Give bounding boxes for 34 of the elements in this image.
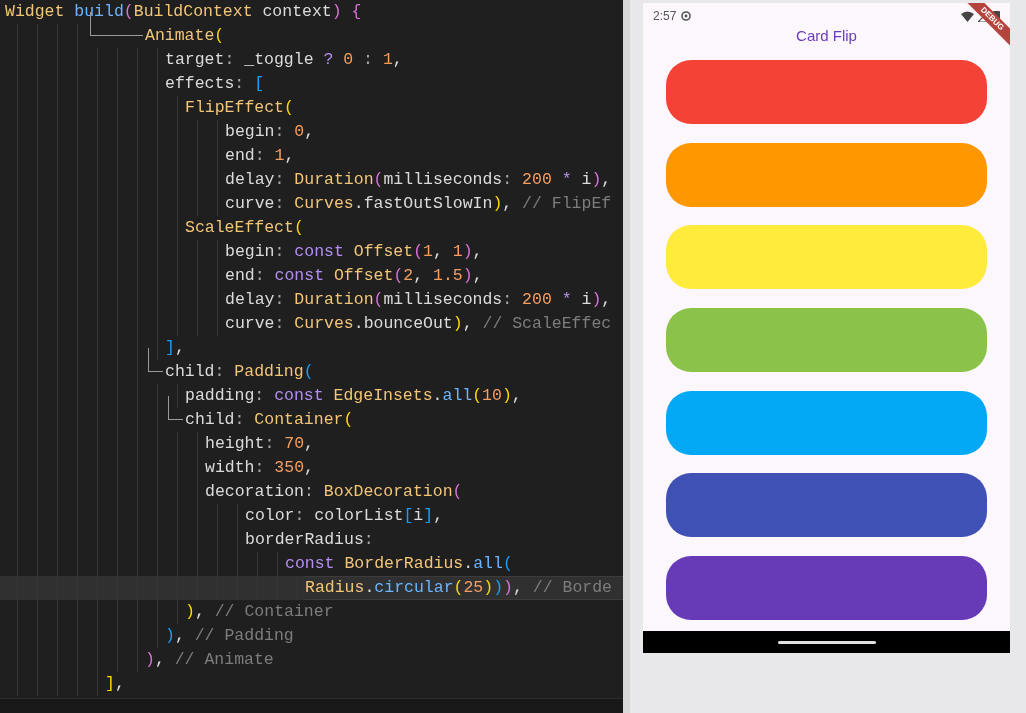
code-line: ), // Animate [145, 649, 275, 671]
code-line: borderRadius: [245, 529, 375, 551]
code-line: color: colorList[i], [245, 505, 445, 527]
status-time: 2:57 [653, 8, 677, 25]
code-line: ], [165, 337, 186, 359]
code-line: FlipEffect( [185, 97, 295, 119]
code-line: begin: const Offset(1, 1), [225, 241, 484, 263]
code-line: padding: const EdgeInsets.all(10), [185, 385, 523, 407]
tree-connector [168, 396, 183, 420]
code-line: ScaleEffect( [185, 217, 305, 239]
code-line: target: _toggle ? 0 : 1, [165, 49, 404, 71]
code-line: end: const Offset(2, 1.5), [225, 265, 484, 287]
code-line: ), // Padding [165, 625, 295, 647]
code-line: begin: 0, [225, 121, 316, 143]
code-line: Animate( [145, 25, 226, 47]
code-line: Widget build(BuildContext context) { [5, 1, 363, 23]
code-line: child: Padding( [165, 361, 315, 383]
code-line: ), // Container [185, 601, 335, 623]
code-line: child: Container( [185, 409, 355, 431]
code-line: delay: Duration(milliseconds: 200 * i), [225, 289, 613, 311]
code-line: decoration: BoxDecoration( [205, 481, 464, 503]
code-line: height: 70, [205, 433, 315, 455]
code-line: curve: Curves.fastOutSlowIn), // FlipEf [225, 193, 613, 215]
code-line: end: 1, [225, 145, 296, 167]
code-line: delay: Duration(milliseconds: 200 * i), [225, 169, 613, 191]
app-title: Card Flip [796, 26, 857, 46]
tree-connector [148, 348, 163, 372]
code-line: curve: Curves.bounceOut), // ScaleEffec [225, 313, 613, 335]
code-line: const BorderRadius.all( [285, 553, 514, 575]
settings-icon [680, 10, 693, 22]
code-line: effects: [ [165, 73, 266, 95]
code-line: width: 350, [205, 457, 315, 479]
code-line: ], [105, 673, 126, 695]
wifi-icon [961, 10, 974, 22]
